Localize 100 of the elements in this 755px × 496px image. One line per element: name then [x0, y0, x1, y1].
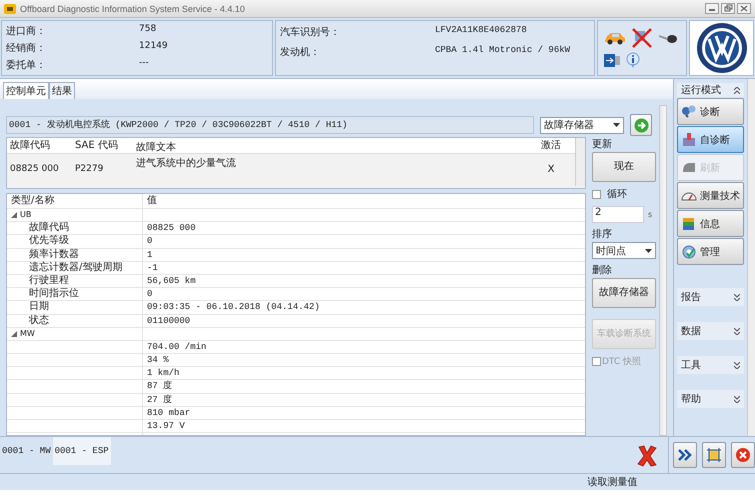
- column-header: SAE 代码: [74, 139, 119, 153]
- parameter-value: 08825 000: [147, 223, 196, 234]
- info-value: CPBA 1.4l Motronic / 96kW: [435, 45, 570, 57]
- collapse-icon: [734, 86, 740, 94]
- mode-button[interactable]: 自诊断: [677, 126, 744, 153]
- scrollbar[interactable]: [747, 79, 755, 436]
- section-header[interactable]: 数据: [677, 322, 744, 340]
- control-unit-field: 0001 - 发动机电控系统 (KWP2000 / TP20 / 03C906022BT / 4510 / H11): [6, 116, 534, 134]
- usb-icon: [604, 54, 620, 66]
- close-icon[interactable]: [737, 3, 751, 14]
- parameter-value: 13.97 V: [147, 421, 185, 431]
- cross-icon[interactable]: [637, 445, 657, 467]
- info-label: 进口商：: [6, 24, 47, 38]
- table-cell-text: 08825 000: [9, 164, 60, 174]
- parameter-value: 01100000: [147, 316, 190, 326]
- frame-icon: [706, 447, 722, 463]
- group-label: 删除: [592, 264, 613, 277]
- parameter-value: 1: [147, 250, 152, 260]
- minimize-icon[interactable]: [705, 3, 719, 14]
- parameter-value: 704.00 /min: [147, 342, 206, 352]
- checkbox-label: DTC 快照: [602, 356, 642, 368]
- scrollbar[interactable]: [659, 105, 667, 436]
- table-cell-text: X: [546, 164, 556, 174]
- checkbox-label: 循环: [607, 188, 627, 201]
- network-disconnected-icon: [632, 28, 652, 48]
- mode-button[interactable]: 信息: [677, 210, 744, 237]
- status-text: 读取测量值: [588, 476, 638, 489]
- mode-button[interactable]: 诊断: [677, 98, 744, 125]
- parameter-name: 频率计数器: [29, 248, 79, 260]
- section-header[interactable]: 帮助: [677, 390, 744, 408]
- section-header[interactable]: 运行模式: [677, 83, 744, 97]
- tab[interactable]: 控制单元: [3, 82, 49, 99]
- parameter-value: 56,605 km: [147, 276, 196, 286]
- expand-icon: [734, 362, 740, 368]
- delete-button[interactable]: 故障存储器: [592, 278, 656, 308]
- app-icon: [4, 4, 16, 14]
- forward-button[interactable]: [673, 442, 697, 468]
- info-label: 经销商：: [6, 42, 47, 55]
- arrow-right-icon: [634, 118, 648, 132]
- section-header[interactable]: 报告: [677, 288, 744, 306]
- parameter-value: -1: [147, 262, 158, 273]
- parameter-value: 0: [147, 289, 152, 300]
- section-header[interactable]: 工具: [677, 356, 744, 374]
- collapse-icon[interactable]: [11, 330, 17, 337]
- parameter-name: 故障代码: [29, 222, 69, 234]
- parameter-name: 行驶里程: [29, 274, 69, 286]
- books-icon: [681, 216, 697, 232]
- mode-button[interactable]: 管理: [677, 238, 744, 265]
- close-icon: [735, 447, 751, 463]
- dropdown-icon: [613, 123, 620, 127]
- parameter-value: 0: [147, 236, 152, 246]
- parameter-value: 87 度: [147, 381, 172, 392]
- memory-select[interactable]: 故障存储器: [540, 116, 624, 134]
- info-value: LFV2A11K8E4062878: [435, 25, 527, 37]
- unit-label: s: [648, 210, 652, 219]
- checkbox[interactable]: [592, 190, 601, 198]
- parameter-value: 09:03:35 - 06.10.2018 (04.14.42): [147, 302, 320, 312]
- exit-button[interactable]: [731, 442, 755, 468]
- parameter-name: 遗忘计数器/驾驶周期: [29, 262, 122, 273]
- dropdown-icon: [645, 248, 652, 252]
- info-value: ---: [139, 58, 149, 70]
- parameter-value: 34 %: [147, 355, 169, 366]
- now-button[interactable]: 现在: [592, 152, 656, 182]
- scrollbar[interactable]: [575, 138, 585, 186]
- group-label: 排序: [592, 228, 613, 241]
- expand-icon: [734, 328, 740, 334]
- group-label[interactable]: UB: [20, 209, 32, 222]
- parameter-name: 优先等级: [29, 235, 69, 246]
- car-icon: [604, 31, 626, 45]
- column-header: 类型/名称: [7, 194, 143, 208]
- info-label: 委托单：: [6, 58, 47, 72]
- go-button[interactable]: [630, 114, 652, 136]
- info-label: 发动机：: [280, 46, 321, 59]
- parameter-value: 27 度: [147, 394, 172, 405]
- restore-icon[interactable]: [721, 3, 735, 14]
- interval-field[interactable]: 2: [592, 206, 644, 223]
- parameter-value: 1 km/h: [147, 368, 180, 378]
- double-chevron-icon: [677, 448, 693, 462]
- parameter-name: 状态: [29, 314, 49, 326]
- info-value: 758: [139, 24, 156, 36]
- info-icon: [626, 52, 640, 68]
- column-header: 故障代码: [9, 138, 51, 153]
- column-header: 激活: [540, 139, 562, 153]
- fit-screen-button[interactable]: [702, 442, 726, 468]
- group-label[interactable]: MW: [20, 328, 35, 340]
- tab[interactable]: 0001 - MW: [0, 437, 53, 465]
- parameter-name: 时间指示位: [29, 288, 79, 300]
- info-label: 汽车识别号：: [280, 26, 341, 39]
- sort-select[interactable]: 时间点: [592, 242, 656, 259]
- table-cell-text: 进气系统中的少量气流: [135, 156, 237, 170]
- collapse-icon[interactable]: [11, 212, 17, 218]
- info-value: 12149: [139, 40, 168, 53]
- mode-button[interactable]: 测量技术: [677, 182, 744, 209]
- parameter-name: 日期: [29, 301, 49, 312]
- expand-icon: [734, 396, 740, 402]
- column-header: 值: [146, 194, 158, 208]
- window-title: Offboard Diagnostic Information System Service - 4.4.10: [20, 4, 245, 14]
- tab[interactable]: 0001 - ESP: [52, 437, 111, 465]
- tab[interactable]: 结果: [49, 82, 75, 99]
- table-cell-text: P2279: [74, 164, 104, 174]
